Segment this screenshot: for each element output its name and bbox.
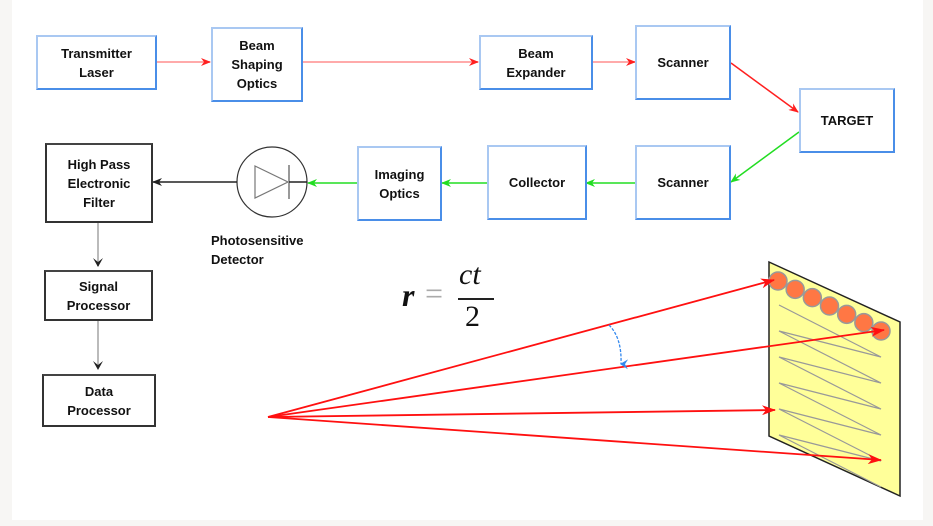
block-data-processor[interactable]: Data Processor	[42, 374, 156, 427]
block-label: Collector	[508, 175, 566, 190]
scan-angle-marker	[608, 324, 629, 370]
formula-numerator: ct	[459, 258, 481, 291]
formula-lhs: r	[402, 277, 415, 313]
block-scanner-tx[interactable]: Scanner	[635, 25, 731, 100]
scan-spot	[785, 279, 805, 300]
block-label: Data Processor	[67, 383, 131, 418]
block-label: Transmitter Laser	[61, 45, 132, 80]
photodiode-icon	[236, 146, 308, 218]
block-high-pass-filter[interactable]: High Pass Electronic Filter	[45, 143, 153, 223]
edge-target-to-scanner	[730, 131, 800, 183]
ray-3	[267, 405, 776, 418]
block-transmitter-laser[interactable]: Transmitter Laser	[36, 35, 157, 90]
formula-denominator: 2	[465, 300, 480, 333]
block-label: Beam Expander	[506, 45, 566, 80]
block-label: High Pass Electronic Filter	[67, 156, 131, 210]
block-collector[interactable]: Collector	[487, 145, 587, 220]
scan-spot	[819, 296, 840, 316]
block-beam-expander[interactable]: Beam Expander	[479, 35, 593, 90]
scan-spot	[836, 304, 857, 325]
block-target[interactable]: TARGET	[799, 88, 895, 153]
formula-equals: =	[425, 275, 444, 311]
block-signal-processor[interactable]: Signal Processor	[44, 270, 153, 321]
block-label: Beam Shaping Optics	[231, 38, 283, 91]
block-label: Scanner	[657, 55, 709, 70]
block-label: TARGET	[820, 113, 874, 128]
block-imaging-optics[interactable]: Imaging Optics	[357, 146, 442, 221]
block-label: Imaging Optics	[374, 166, 425, 201]
ray-1	[267, 278, 775, 418]
edge-scanner-to-target	[730, 62, 799, 113]
scan-spot	[802, 287, 823, 308]
scan-spot	[854, 312, 874, 333]
block-beam-shaping-optics[interactable]: Beam Shaping Optics	[211, 27, 303, 102]
block-scanner-rx[interactable]: Scanner	[635, 145, 731, 220]
label-photosensitive-detector: Photosensitive Detector	[211, 233, 304, 267]
block-label: Signal Processor	[66, 278, 131, 313]
block-label: Scanner	[657, 175, 709, 190]
